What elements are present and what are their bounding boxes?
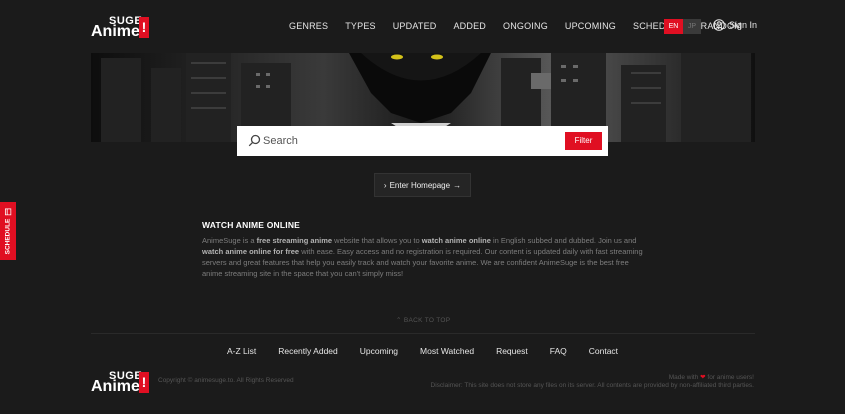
nav-ongoing[interactable]: ONGOING [503, 21, 548, 31]
site-logo[interactable]: SUGE Anime ! [91, 15, 151, 40]
footer-link-contact[interactable]: Contact [589, 346, 618, 356]
about-section: WATCH ANIME ONLINE AnimeSuge is a free s… [202, 220, 644, 279]
lang-jp-button[interactable]: JP [683, 19, 701, 34]
back-to-top-link[interactable]: ⌃ BACK TO TOP [396, 316, 450, 324]
enter-homepage-button[interactable]: › Enter Homepage → [374, 173, 471, 197]
footer-divider [91, 333, 755, 334]
made-with-text: Made with ❤ for anime users! [668, 374, 754, 381]
footer-link-recently-added[interactable]: Recently Added [278, 346, 338, 356]
chevron-right-icon: › [383, 180, 387, 190]
footer-link-request[interactable]: Request [496, 346, 528, 356]
logo-anime-text: Anime [91, 23, 140, 40]
nav-types[interactable]: TYPES [345, 21, 376, 31]
back-to-top-label: BACK TO TOP [403, 317, 451, 324]
footer-link-faq[interactable]: FAQ [550, 346, 567, 356]
lang-en-button[interactable]: EN [664, 19, 683, 34]
footer-logo-anime-text: Anime [91, 378, 140, 395]
disclaimer-text: Disclaimer: This site does not store any… [430, 382, 754, 389]
search-icon [248, 134, 261, 147]
language-toggle: EN JP [664, 19, 701, 34]
filter-button[interactable]: Filter [565, 132, 602, 150]
calendar-icon [5, 208, 12, 216]
header: SUGE Anime ! GENRES TYPES UPDATED ADDED … [0, 0, 845, 50]
heart-icon: ❤ [700, 374, 706, 381]
footer-link-az-list[interactable]: A-Z List [227, 346, 256, 356]
nav-added[interactable]: ADDED [453, 21, 486, 31]
about-text: AnimeSuge is a free streaming anime webs… [202, 236, 643, 278]
search-bar [237, 126, 608, 156]
footer-logo[interactable]: SUGE Anime ! [91, 370, 151, 395]
schedule-tab-label: SCHEDULE [4, 218, 12, 254]
footer-links: A-Z List Recently Added Upcoming Most Wa… [0, 346, 845, 356]
sign-in-button[interactable]: Sign In [713, 19, 757, 31]
copyright-text: Copyright © animesuge.to. All Rights Res… [158, 377, 294, 384]
nav-updated[interactable]: UPDATED [393, 21, 437, 31]
chevron-up-icon: ⌃ [396, 317, 402, 324]
nav-upcoming[interactable]: UPCOMING [565, 21, 616, 31]
logo-mark: ! [139, 17, 149, 38]
footer-logo-mark: ! [139, 372, 149, 393]
footer-link-most-watched[interactable]: Most Watched [420, 346, 474, 356]
search-input[interactable] [263, 133, 553, 149]
enter-homepage-label: Enter Homepage [389, 180, 451, 190]
arrow-right-icon: → [453, 180, 462, 190]
user-icon [713, 19, 725, 31]
footer-link-upcoming[interactable]: Upcoming [360, 346, 398, 356]
about-title: WATCH ANIME ONLINE [202, 220, 301, 230]
schedule-side-tab[interactable]: SCHEDULE [0, 202, 16, 260]
sign-in-label: Sign In [729, 20, 758, 30]
nav-genres[interactable]: GENRES [289, 21, 328, 31]
